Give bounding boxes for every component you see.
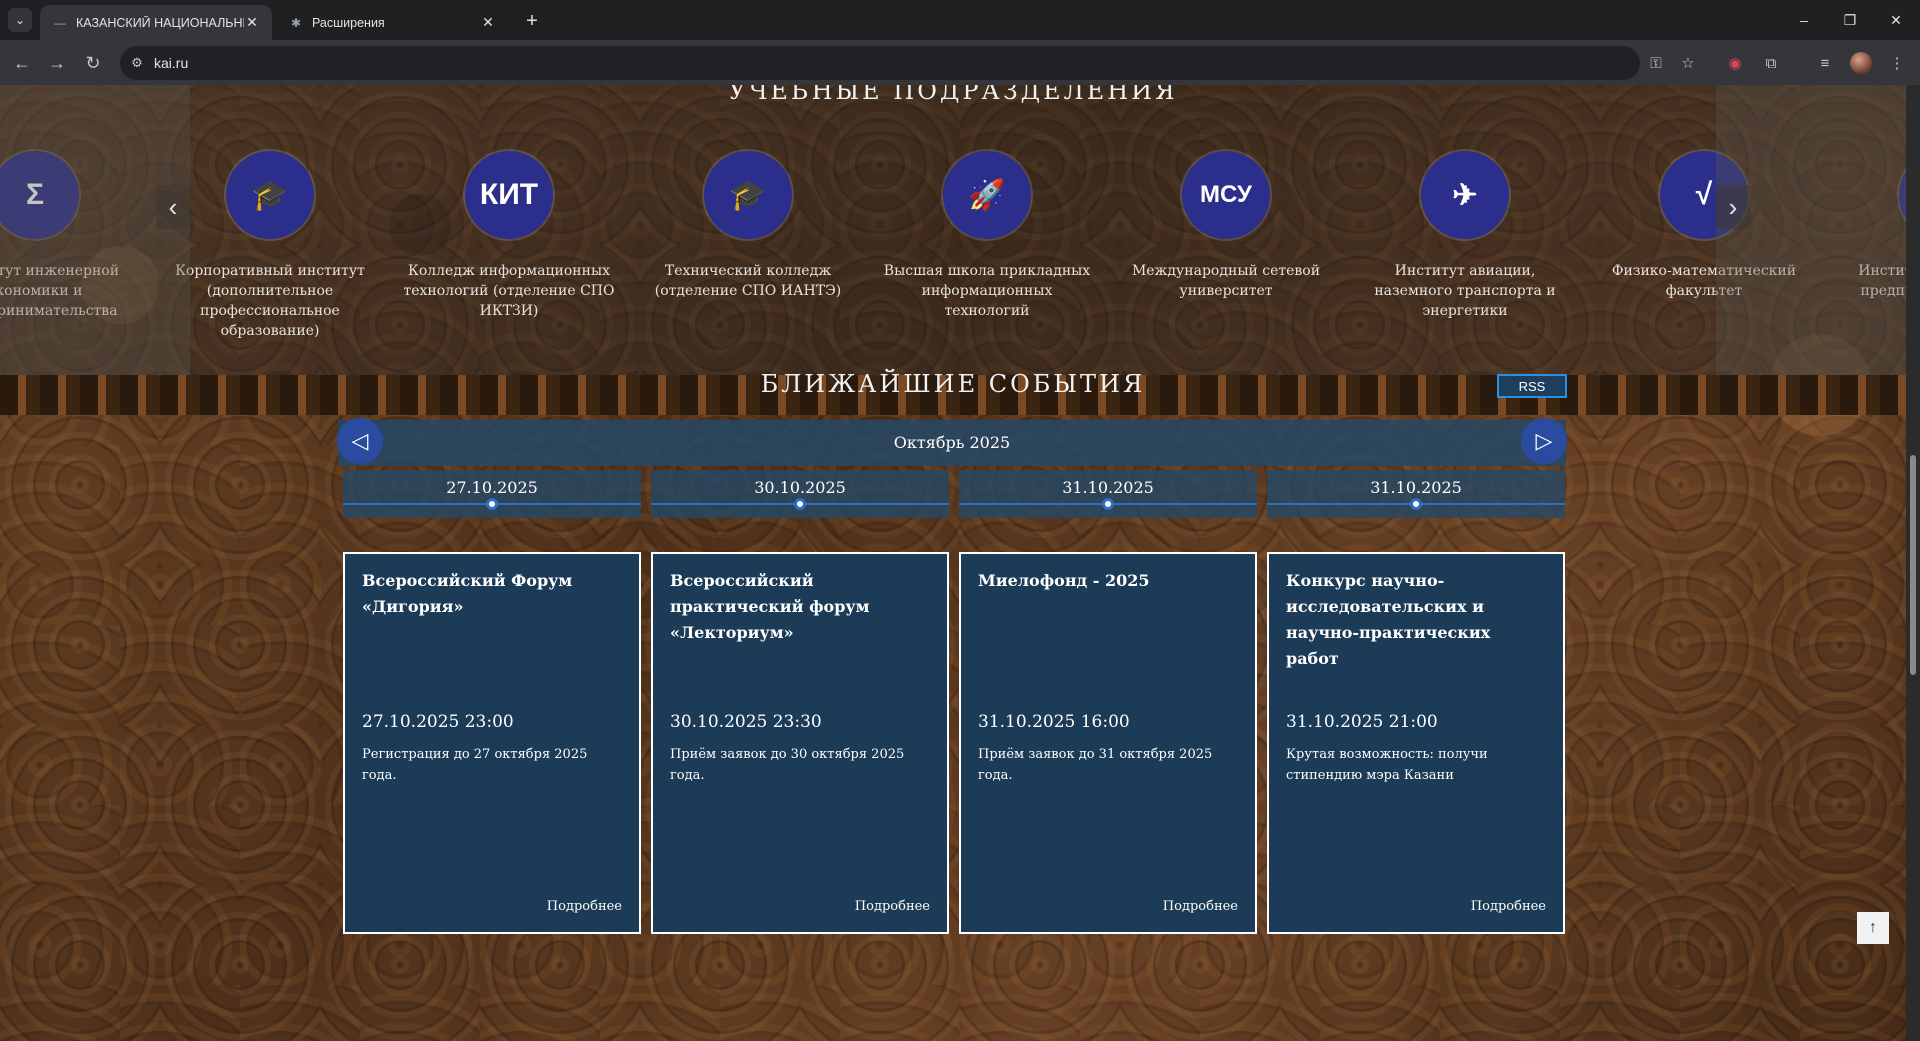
password-key-icon[interactable]: ⚿ xyxy=(1644,52,1668,74)
event-time: 27.10.2025 23:00 xyxy=(362,712,514,732)
divisions-heading: УЧЕБНЫЕ ПОДРАЗДЕЛЕНИЯ xyxy=(728,85,1178,105)
next-month-button[interactable]: ▷ xyxy=(1521,418,1567,464)
site-info-icon[interactable]: ⚙ xyxy=(120,55,154,71)
airplane-icon: ✈ xyxy=(1421,151,1509,239)
division-label: Корпоративный институт (дополнительное п… xyxy=(175,263,365,339)
event-more-link[interactable]: Подробнее xyxy=(547,899,622,914)
media-controls-icon[interactable]: ≡ xyxy=(1812,50,1838,76)
event-more-link[interactable]: Подробнее xyxy=(855,899,930,914)
event-date-header: 27.10.2025 xyxy=(343,470,641,518)
record-extension-icon[interactable]: ◉ xyxy=(1722,50,1748,76)
tab-title: Расширения xyxy=(312,15,385,30)
event-title[interactable]: Всероссийский Форум «Дигория» xyxy=(362,568,624,620)
timeline-dot xyxy=(1102,498,1114,510)
laurel-cap-icon: 🎓 xyxy=(704,151,792,239)
msu-globe-icon: МСУ xyxy=(1182,151,1270,239)
page-viewport: УЧЕБНЫЕ ПОДРАЗДЕЛЕНИЯ Σ Институт инженер… xyxy=(0,85,1906,1041)
event-card[interactable]: Конкурс научно-исследовательских и научн… xyxy=(1267,552,1565,934)
carousel-fade-right xyxy=(1716,85,1906,375)
scrollbar-thumb[interactable] xyxy=(1910,455,1916,675)
event-date-header: 31.10.2025 xyxy=(959,470,1257,518)
carousel-fade-left xyxy=(0,85,190,375)
graduation-cap-icon: 🎓 xyxy=(226,151,314,239)
minimize-button[interactable]: – xyxy=(1790,8,1818,32)
carousel-next-button[interactable]: › xyxy=(1716,185,1750,229)
address-bar[interactable]: ⚙ kai.ru ⚿ ☆ xyxy=(120,46,1695,80)
back-button[interactable]: ← xyxy=(9,50,35,76)
close-window-button[interactable]: ✕ xyxy=(1882,8,1910,32)
event-title[interactable]: Всероссийский практический форум «Лектор… xyxy=(670,568,932,646)
carousel-prev-button[interactable]: ‹ xyxy=(156,185,190,229)
event-time: 31.10.2025 21:00 xyxy=(1286,712,1438,732)
chrome-menu-icon[interactable]: ⋮ xyxy=(1884,50,1910,76)
division-label: Технический колледж (отделение СПО ИАНТЭ… xyxy=(654,263,842,299)
division-label: Институт авиации, наземного транспорта и… xyxy=(1374,263,1556,319)
events-heading: БЛИЖАЙШИЕ СОБЫТИЯ xyxy=(760,370,1146,398)
bookmark-star-icon[interactable]: ☆ xyxy=(1676,52,1700,74)
site-favicon-icon: — xyxy=(54,15,66,30)
month-navigator: Октябрь 2025 xyxy=(338,420,1566,466)
month-label: Октябрь 2025 xyxy=(893,433,1011,452)
event-more-link[interactable]: Подробнее xyxy=(1163,899,1238,914)
forward-button[interactable]: → xyxy=(44,50,70,76)
event-time: 31.10.2025 16:00 xyxy=(978,712,1130,732)
event-description: Приём заявок до 30 октября 2025 года. xyxy=(670,747,905,783)
event-more-link[interactable]: Подробнее xyxy=(1471,899,1546,914)
timeline-dot xyxy=(486,498,498,510)
event-card[interactable]: Всероссийский практический форум «Лектор… xyxy=(651,552,949,934)
event-title[interactable]: Конкурс научно-исследовательских и научн… xyxy=(1286,568,1548,672)
event-date: 31.10.2025 xyxy=(1062,478,1154,497)
kit-logo-icon: КИТ xyxy=(465,151,553,239)
extensions-icon[interactable]: ⧉ xyxy=(1758,50,1784,76)
tab-close-icon[interactable]: ✕ xyxy=(244,14,260,31)
reload-button[interactable]: ↻ xyxy=(80,50,106,76)
division-label: Международный сетевой университет xyxy=(1131,263,1321,299)
division-label: Высшая школа прикладных информационных т… xyxy=(883,263,1091,319)
tab-strip: ⌄ — КАЗАНСКИЙ НАЦИОНАЛЬНЫЙ ✕ ✱ Расширени… xyxy=(0,0,1920,40)
rocket-laptop-icon: 🚀 xyxy=(943,151,1031,239)
timeline-dot xyxy=(794,498,806,510)
puzzle-icon: ✱ xyxy=(290,15,302,30)
division-item[interactable]: 🚀 Высшая школа прикладных информационных… xyxy=(877,151,1097,321)
url-text[interactable]: kai.ru xyxy=(154,55,188,71)
tab-extensions[interactable]: ✱ Расширения ✕ xyxy=(276,5,508,40)
tab-close-icon[interactable]: ✕ xyxy=(480,14,496,31)
division-item[interactable]: ✈ Институт авиации, наземного транспорта… xyxy=(1355,151,1575,321)
event-date-header: 31.10.2025 xyxy=(1267,470,1565,518)
division-item[interactable]: КИТ Колледж информационных технологий (о… xyxy=(399,151,619,321)
tab-search-icon[interactable]: ⌄ xyxy=(8,8,32,32)
event-description: Крутая возможность: получи стипендию мэр… xyxy=(1286,747,1488,783)
event-card[interactable]: Миелофонд - 2025 31.10.2025 16:00 Приём … xyxy=(959,552,1257,934)
event-description: Приём заявок до 31 октября 2025 года. xyxy=(978,747,1213,783)
event-date: 30.10.2025 xyxy=(754,478,846,497)
event-date: 27.10.2025 xyxy=(446,478,538,497)
division-label: Колледж информационных технологий (отдел… xyxy=(403,263,615,319)
restore-button[interactable]: ❐ xyxy=(1836,8,1864,32)
prev-month-button[interactable]: ◁ xyxy=(337,418,383,464)
tab-kai[interactable]: — КАЗАНСКИЙ НАЦИОНАЛЬНЫЙ ✕ xyxy=(40,5,272,40)
event-title[interactable]: Миелофонд - 2025 xyxy=(978,568,1240,594)
events-section xyxy=(0,415,1906,1041)
timeline-dot xyxy=(1410,498,1422,510)
new-tab-button[interactable]: + xyxy=(520,9,544,33)
event-description: Регистрация до 27 октября 2025 года. xyxy=(362,747,588,783)
event-time: 30.10.2025 23:30 xyxy=(670,712,822,732)
page-scrollbar[interactable] xyxy=(1906,85,1920,1041)
rss-button[interactable]: RSS xyxy=(1497,374,1567,398)
event-date: 31.10.2025 xyxy=(1370,478,1462,497)
tab-title: КАЗАНСКИЙ НАЦИОНАЛЬНЫЙ xyxy=(76,15,244,30)
browser-toolbar: ← → ↻ ⚙ kai.ru ⚿ ☆ xyxy=(0,40,1920,85)
division-item[interactable]: МСУ Международный сетевой университет xyxy=(1116,151,1336,301)
event-date-header: 30.10.2025 xyxy=(651,470,949,518)
division-item[interactable]: 🎓 Технический колледж (отделение СПО ИАН… xyxy=(638,151,858,301)
division-item[interactable]: 🎓 Корпоративный институт (дополнительное… xyxy=(160,151,380,341)
scroll-to-top-button[interactable]: ↑ xyxy=(1857,912,1889,944)
profile-avatar[interactable] xyxy=(1850,52,1872,74)
event-card[interactable]: Всероссийский Форум «Дигория» 27.10.2025… xyxy=(343,552,641,934)
